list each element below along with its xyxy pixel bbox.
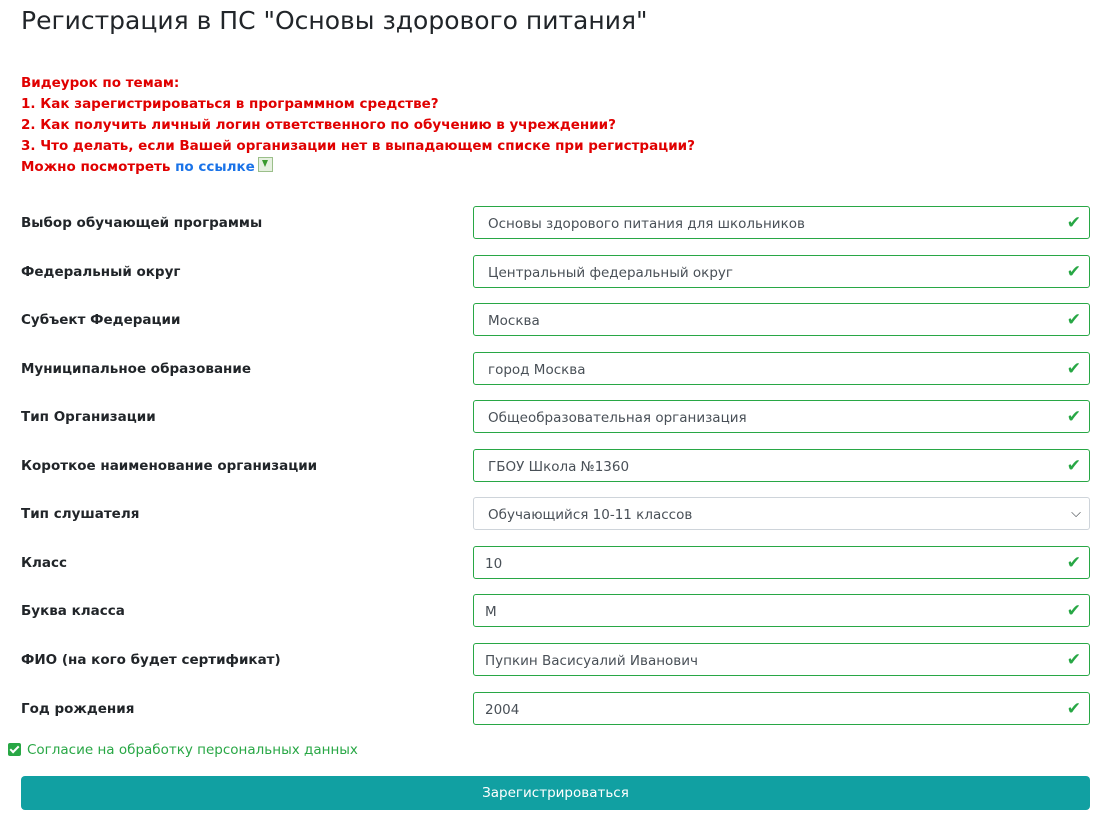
form-row-org-name: Короткое наименование организации ГБОУ Ш… bbox=[0, 449, 1107, 484]
class-letter-input[interactable]: М ✔ bbox=[473, 594, 1090, 627]
org-type-select[interactable]: Общеобразовательная организация ✔ bbox=[473, 400, 1090, 433]
video-notice: Видеурок по темам: 1. Как зарегистрирова… bbox=[21, 73, 695, 178]
form-row-class: Класс 10 ✔ bbox=[0, 546, 1107, 581]
class-letter-value: М bbox=[485, 604, 497, 620]
chevron-down-icon: ⌵ bbox=[1071, 506, 1081, 521]
municipality-value: город Москва bbox=[488, 362, 586, 378]
notice-item-1: 1. Как зарегистрироваться в программном … bbox=[21, 96, 439, 112]
form-row-class-letter: Буква класса М ✔ bbox=[0, 594, 1107, 629]
download-icon[interactable] bbox=[257, 157, 273, 172]
org-name-label: Короткое наименование организации bbox=[21, 458, 318, 474]
org-type-value: Общеобразовательная организация bbox=[488, 410, 747, 426]
class-label: Класс bbox=[21, 555, 68, 571]
form-row-birth-year: Год рождения 2004 ✔ bbox=[0, 692, 1107, 727]
notice-item-3: 3. Что делать, если Вашей организации не… bbox=[21, 138, 695, 154]
notice-link-line: Можно посмотреть по ссылке bbox=[21, 157, 695, 178]
consent-label: Согласие на обработку персональных данны… bbox=[27, 742, 358, 758]
form-row-municipality: Муниципальное образование город Москва ✔ bbox=[0, 352, 1107, 387]
form-row-district: Федеральный округ Центральный федеральны… bbox=[0, 255, 1107, 290]
valid-check-icon: ✔ bbox=[1066, 359, 1081, 379]
register-button[interactable]: Зарегистрироваться bbox=[21, 776, 1090, 810]
org-type-label: Тип Организации bbox=[21, 409, 156, 425]
form-row-subject: Субъект Федерации Москва ✔ bbox=[0, 303, 1107, 338]
notice-heading: Видеурок по темам: bbox=[21, 75, 180, 91]
class-letter-label: Буква класса bbox=[21, 603, 125, 619]
form-row-full-name: ФИО (на кого будет сертификат) Пупкин Ва… bbox=[0, 643, 1107, 678]
form-row-listener-type: Тип слушателя Обучающийся 10-11 классов … bbox=[0, 497, 1107, 532]
district-label: Федеральный округ bbox=[21, 264, 181, 280]
org-name-value: ГБОУ Школа №1360 bbox=[488, 459, 630, 475]
valid-check-icon: ✔ bbox=[1066, 601, 1081, 621]
valid-check-icon: ✔ bbox=[1066, 213, 1081, 233]
page-title: Регистрация в ПС "Основы здорового питан… bbox=[21, 6, 648, 35]
video-link[interactable]: по ссылке bbox=[175, 159, 255, 175]
notice-item-2: 2. Как получить личный логин ответственн… bbox=[21, 117, 616, 133]
subject-select[interactable]: Москва ✔ bbox=[473, 303, 1090, 336]
municipality-label: Муниципальное образование bbox=[21, 361, 251, 377]
program-select[interactable]: Основы здорового питания для школьников … bbox=[473, 206, 1090, 239]
class-input[interactable]: 10 ✔ bbox=[473, 546, 1090, 579]
class-value: 10 bbox=[485, 556, 503, 572]
full-name-input[interactable]: Пупкин Васисуалий Иванович ✔ bbox=[473, 643, 1090, 676]
birth-year-label: Год рождения bbox=[21, 701, 135, 717]
form-row-program: Выбор обучающей программы Основы здорово… bbox=[0, 206, 1107, 241]
registration-page: Регистрация в ПС "Основы здорового питан… bbox=[0, 0, 1107, 818]
valid-check-icon: ✔ bbox=[1066, 262, 1081, 282]
subject-value: Москва bbox=[488, 313, 540, 329]
valid-check-icon: ✔ bbox=[1066, 407, 1081, 427]
program-label: Выбор обучающей программы bbox=[21, 215, 263, 231]
full-name-value: Пупкин Васисуалий Иванович bbox=[485, 653, 699, 669]
full-name-label: ФИО (на кого будет сертификат) bbox=[21, 652, 281, 668]
valid-check-icon: ✔ bbox=[1066, 310, 1081, 330]
valid-check-icon: ✔ bbox=[1066, 650, 1081, 670]
consent-checkbox-row[interactable]: Согласие на обработку персональных данны… bbox=[8, 742, 358, 758]
valid-check-icon: ✔ bbox=[1066, 699, 1081, 719]
birth-year-input[interactable]: 2004 ✔ bbox=[473, 692, 1090, 725]
org-name-select[interactable]: ГБОУ Школа №1360 ✔ bbox=[473, 449, 1090, 482]
district-select[interactable]: Центральный федеральный округ ✔ bbox=[473, 255, 1090, 288]
district-value: Центральный федеральный округ bbox=[488, 265, 733, 281]
listener-type-select[interactable]: Обучающийся 10-11 классов ⌵ bbox=[473, 497, 1090, 530]
program-value: Основы здорового питания для школьников bbox=[488, 216, 805, 232]
consent-checkbox[interactable] bbox=[8, 743, 21, 756]
subject-label: Субъект Федерации bbox=[21, 312, 181, 328]
listener-type-value: Обучающийся 10-11 классов bbox=[488, 507, 693, 523]
listener-type-label: Тип слушателя bbox=[21, 506, 140, 522]
birth-year-value: 2004 bbox=[485, 702, 520, 718]
valid-check-icon: ✔ bbox=[1066, 456, 1081, 476]
municipality-select[interactable]: город Москва ✔ bbox=[473, 352, 1090, 385]
valid-check-icon: ✔ bbox=[1066, 553, 1081, 573]
form-row-org-type: Тип Организации Общеобразовательная орга… bbox=[0, 400, 1107, 435]
notice-link-prefix: Можно посмотреть bbox=[21, 159, 176, 175]
